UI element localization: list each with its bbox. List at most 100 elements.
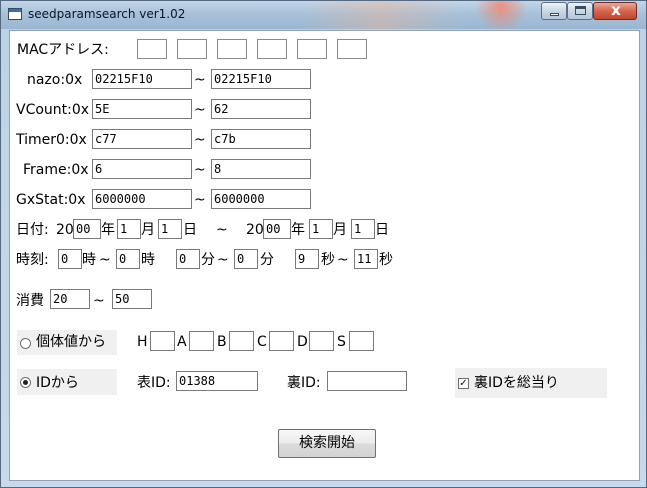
maximize-button[interactable] <box>567 2 593 20</box>
iv-h-field[interactable] <box>150 331 175 351</box>
iv-mode-radio[interactable] <box>20 338 31 349</box>
minute-from-unit: 分 <box>201 252 215 268</box>
date-range-tilde: ~ <box>216 222 228 238</box>
client-area: MACアドレス: nazo:0x 02215F10 ~ 02215F10 VCo… <box>9 30 640 481</box>
date-to-year-unit: 年 <box>291 222 305 238</box>
mac-field-3[interactable] <box>217 39 247 59</box>
close-button[interactable]: x <box>593 1 637 20</box>
nazo-tilde: ~ <box>194 72 206 88</box>
iv-c-field[interactable] <box>269 331 294 351</box>
gxstat-to-field[interactable]: 6000000 <box>211 189 311 209</box>
nazo-from-field[interactable]: 02215F10 <box>92 69 192 89</box>
brute-sid-label: 裏IDを総当り <box>474 375 559 391</box>
vcount-from-field[interactable]: 5E <box>92 99 192 119</box>
vcount-to-field[interactable]: 62 <box>211 99 311 119</box>
minute-tilde: ~ <box>217 252 229 268</box>
app-icon[interactable] <box>8 8 22 20</box>
brute-sid-checkbox[interactable]: ✓ <box>458 378 469 389</box>
sid-field[interactable] <box>327 371 407 391</box>
minute-to-unit: 分 <box>260 252 274 268</box>
iv-a-label: A <box>177 334 187 350</box>
timer0-tilde: ~ <box>194 132 206 148</box>
date-from-century: 20 <box>56 222 74 238</box>
tid-field[interactable]: 01388 <box>176 371 258 391</box>
iv-a-field[interactable] <box>189 331 214 351</box>
date-from-year-field[interactable]: 00 <box>73 219 101 239</box>
nazo-to-field[interactable]: 02215F10 <box>211 69 311 89</box>
iv-s-field[interactable] <box>349 331 374 351</box>
second-from-field[interactable]: 9 <box>295 249 319 269</box>
title-bar[interactable]: seedparamsearch ver1.02 x <box>1 1 646 29</box>
date-from-day-field[interactable]: 1 <box>158 219 182 239</box>
mac-field-5[interactable] <box>297 39 327 59</box>
search-start-button[interactable]: 検索開始 <box>278 429 376 458</box>
minute-from-field[interactable]: 0 <box>176 249 200 269</box>
second-to-unit: 秒 <box>379 252 393 268</box>
iv-s-label: S <box>337 334 346 350</box>
vcount-label: VCount:0x <box>16 102 90 118</box>
iv-h-label: H <box>137 334 148 350</box>
frame-to-field[interactable]: 8 <box>211 159 311 179</box>
date-from-month-field[interactable]: 1 <box>117 219 141 239</box>
consumption-to-field[interactable]: 50 <box>112 289 152 309</box>
mac-field-2[interactable] <box>177 39 207 59</box>
consumption-from-field[interactable]: 20 <box>50 289 90 309</box>
minimize-icon <box>550 13 559 16</box>
tid-label: 表ID: <box>137 375 171 391</box>
frame-tilde: ~ <box>194 162 206 178</box>
close-icon: x <box>611 1 621 19</box>
iv-b-label: B <box>217 334 227 350</box>
hour-to-field[interactable]: 0 <box>116 249 140 269</box>
iv-b-field[interactable] <box>229 331 254 351</box>
window-title: seedparamsearch ver1.02 <box>28 7 186 21</box>
minimize-button[interactable] <box>541 2 567 20</box>
hour-tilde: ~ <box>99 252 111 268</box>
date-to-day-unit: 日 <box>375 222 389 238</box>
sid-label: 裏ID: <box>287 375 321 391</box>
hour-from-unit: 時 <box>82 252 96 268</box>
second-tilde: ~ <box>337 252 349 268</box>
date-to-century: 20 <box>246 222 264 238</box>
title-bar-glass <box>301 1 461 29</box>
date-from-day-unit: 日 <box>183 222 197 238</box>
mac-label: MACアドレス: <box>17 42 109 58</box>
nazo-label: nazo:0x <box>27 72 83 88</box>
gxstat-from-field[interactable]: 6000000 <box>92 189 192 209</box>
hour-from-field[interactable]: 0 <box>58 249 82 269</box>
gxstat-tilde: ~ <box>194 192 206 208</box>
vcount-tilde: ~ <box>194 102 206 118</box>
app-window: seedparamsearch ver1.02 x MACアドレス: nazo:… <box>0 0 647 488</box>
maximize-icon <box>575 6 586 15</box>
frame-from-field[interactable]: 6 <box>92 159 192 179</box>
consumption-label: 消費 <box>16 293 44 309</box>
timer0-label: Timer0:0x <box>16 132 87 148</box>
title-bar-glow <box>471 1 531 29</box>
date-to-month-field[interactable]: 1 <box>309 219 333 239</box>
date-to-year-field[interactable]: 00 <box>263 219 291 239</box>
second-from-unit: 秒 <box>321 252 335 268</box>
hour-to-unit: 時 <box>141 252 155 268</box>
time-label: 時刻: <box>16 252 49 268</box>
date-to-day-field[interactable]: 1 <box>351 219 375 239</box>
mac-field-1[interactable] <box>137 39 167 59</box>
iv-c-label: C <box>257 334 267 350</box>
timer0-to-field[interactable]: c7b <box>211 129 311 149</box>
second-to-field[interactable]: 11 <box>354 249 378 269</box>
iv-d-field[interactable] <box>309 331 334 351</box>
minute-to-field[interactable]: 0 <box>234 249 258 269</box>
iv-mode-label: 個体値から <box>36 334 106 350</box>
date-from-year-unit: 年 <box>101 222 115 238</box>
date-from-month-unit: 月 <box>141 222 155 238</box>
date-label: 日付: <box>16 222 49 238</box>
id-mode-label: IDから <box>36 375 79 391</box>
timer0-from-field[interactable]: c77 <box>92 129 192 149</box>
mac-field-4[interactable] <box>257 39 287 59</box>
date-to-month-unit: 月 <box>333 222 347 238</box>
frame-label: Frame:0x <box>23 162 89 178</box>
gxstat-label: GxStat:0x <box>16 192 86 208</box>
mac-field-6[interactable] <box>337 39 367 59</box>
consumption-tilde: ~ <box>93 293 105 309</box>
id-mode-radio[interactable] <box>20 377 31 388</box>
app-icon-bar <box>9 9 21 12</box>
iv-d-label: D <box>297 334 308 350</box>
